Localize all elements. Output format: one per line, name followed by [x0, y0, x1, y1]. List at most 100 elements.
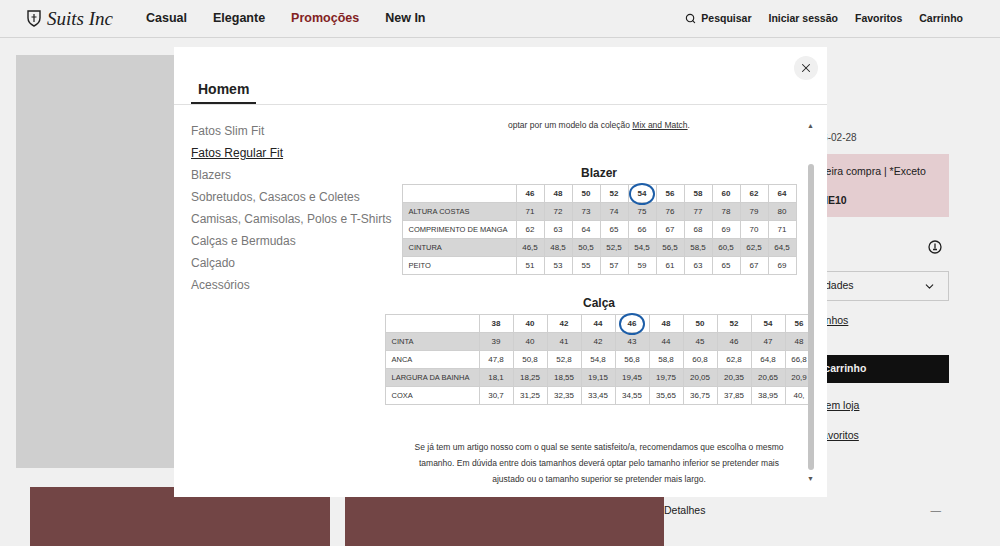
table-cell: 63 [684, 257, 712, 275]
table-cell: 19,45 [615, 369, 649, 387]
size-header: 48 [544, 185, 572, 203]
table-cell: 48,5 [544, 239, 572, 257]
size-header: 56 [656, 185, 684, 203]
close-button[interactable] [794, 56, 818, 80]
table-cell: 65 [712, 257, 740, 275]
table-cell: 50,5 [572, 239, 600, 257]
category-item[interactable]: Calçado [191, 252, 402, 274]
table-cell: 62,5 [740, 239, 768, 257]
table-cell: 47,8 [479, 351, 513, 369]
row-label: ALTURA COSTAS [402, 203, 516, 221]
size-header: 38 [479, 315, 513, 333]
table-row: COMPRIMENTO DE MANGA62636465666768697071 [402, 221, 796, 239]
category-item[interactable]: Sobretudos, Casacos e Coletes [191, 186, 402, 208]
table-cell: 32,35 [547, 387, 581, 405]
table-cell: 51 [516, 257, 544, 275]
size-header: 62 [740, 185, 768, 203]
table-cell: 59 [628, 257, 656, 275]
table-cell: 71 [768, 221, 796, 239]
row-label: LARGURA DA BAINHA [385, 369, 479, 387]
size-header: 40 [513, 315, 547, 333]
table-row: ANCA47,850,852,854,856,858,860,862,864,8… [385, 351, 813, 369]
table-row: COXA30,731,2532,3533,4534,5535,6536,7537… [385, 387, 813, 405]
size-content: optar por um modelo da coleção Mix and M… [402, 105, 796, 497]
table-cell: 31,25 [513, 387, 547, 405]
table-cell: 69 [712, 221, 740, 239]
table-cell: 54,5 [628, 239, 656, 257]
table-cell: 68 [684, 221, 712, 239]
table-cell: 79 [740, 203, 768, 221]
scroll-thumb[interactable] [808, 164, 814, 470]
size-header: 64 [768, 185, 796, 203]
table-cell: 64 [572, 221, 600, 239]
table-cell: 44 [649, 333, 683, 351]
table-cell: 64,8 [751, 351, 785, 369]
table-cell: 46 [717, 333, 751, 351]
table-cell: 46,5 [516, 239, 544, 257]
row-label: COXA [385, 387, 479, 405]
tab[interactable]: Homem [191, 80, 256, 104]
size-circle [629, 183, 656, 205]
mix-and-match-link[interactable]: Mix and Match [632, 120, 687, 130]
category-item[interactable]: Fatos Slim Fit [191, 120, 402, 142]
scrollbar[interactable]: ▲▼ [806, 105, 815, 497]
table-cell: 42 [581, 333, 615, 351]
size-note: Se já tem um artigo nosso com o qual se … [402, 439, 796, 487]
table-cell: 55 [572, 257, 600, 275]
table-cell: 56,5 [656, 239, 684, 257]
table-cell: 63 [544, 221, 572, 239]
size-header: 58 [684, 185, 712, 203]
category-item[interactable]: Camisas, Camisolas, Polos e T-Shirts [191, 208, 402, 230]
table-cell: 45 [683, 333, 717, 351]
table-cell: 61 [656, 257, 684, 275]
table-cell: 20,35 [717, 369, 751, 387]
size-header: 44 [581, 315, 615, 333]
size-header: 54 [628, 185, 656, 203]
tab-bar: Homem [174, 47, 827, 105]
table-cell: 77 [684, 203, 712, 221]
table-row: CINTURA46,548,550,552,554,556,558,560,56… [402, 239, 796, 257]
table-cell: 70 [740, 221, 768, 239]
table-cell: 73 [572, 203, 600, 221]
table-cell: 67 [740, 257, 768, 275]
table-row: ALTURA COSTAS71727374757677787980 [402, 203, 796, 221]
category-item[interactable]: Calças e Bermudas [191, 230, 402, 252]
table-row: CINTA39404142434445464748 [385, 333, 813, 351]
table-cell: 80 [768, 203, 796, 221]
size-header: 46 [516, 185, 544, 203]
size-header: 60 [712, 185, 740, 203]
table-cell: 64,5 [768, 239, 796, 257]
table-cell: 58,5 [684, 239, 712, 257]
size-header: 52 [717, 315, 751, 333]
category-item[interactable]: Acessórios [191, 274, 402, 296]
size-header: 50 [683, 315, 717, 333]
table-cell: 52,5 [600, 239, 628, 257]
category-item[interactable]: Fatos Regular Fit [191, 142, 402, 164]
size-header: 50 [572, 185, 600, 203]
table-cell: 74 [600, 203, 628, 221]
category-item[interactable]: Blazers [191, 164, 402, 186]
table-cell: 38,95 [751, 387, 785, 405]
scroll-down-button[interactable]: ▼ [807, 474, 814, 483]
row-label: PEITO [402, 257, 516, 275]
table-cell: 62 [516, 221, 544, 239]
row-label: COMPRIMENTO DE MANGA [402, 221, 516, 239]
table-cell: 60,8 [683, 351, 717, 369]
table-cell: 20,05 [683, 369, 717, 387]
table-cell: 33,45 [581, 387, 615, 405]
table-cell: 18,25 [513, 369, 547, 387]
table-cell: 47 [751, 333, 785, 351]
table-cell: 75 [628, 203, 656, 221]
table-cell: 78 [712, 203, 740, 221]
size-guide-modal: Homem Fatos Slim FitFatos Regular FitBlaz… [174, 47, 827, 497]
table-cell: 41 [547, 333, 581, 351]
size-header: 48 [649, 315, 683, 333]
scroll-up-button[interactable]: ▲ [807, 121, 814, 130]
table-cell: 39 [479, 333, 513, 351]
table-cell: 19,15 [581, 369, 615, 387]
table-cell: 58,8 [649, 351, 683, 369]
table-cell: 56,8 [615, 351, 649, 369]
table-cell: 60,5 [712, 239, 740, 257]
table-cell: 35,65 [649, 387, 683, 405]
size-header: 46 [615, 315, 649, 333]
